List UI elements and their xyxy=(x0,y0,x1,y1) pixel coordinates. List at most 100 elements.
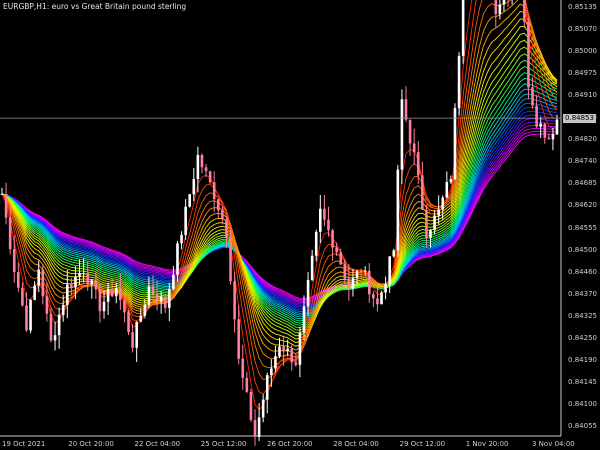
candle-body xyxy=(421,175,424,210)
candle-body xyxy=(535,105,538,127)
candle-body xyxy=(257,417,261,437)
candle-body xyxy=(8,217,12,250)
candle-body xyxy=(90,280,94,285)
candle-body xyxy=(25,305,28,331)
candle-body xyxy=(551,134,555,140)
candle-body xyxy=(74,276,77,288)
candle-body xyxy=(323,208,326,220)
candle-body xyxy=(49,313,53,341)
price-tick-label: 0.85070 xyxy=(568,25,597,34)
candle-body xyxy=(41,269,45,297)
candle-body xyxy=(306,279,310,307)
candle-body xyxy=(119,288,122,301)
symbol-timeframe: EURGBP,H1: xyxy=(3,2,50,11)
candle-body xyxy=(159,296,163,302)
candle-body xyxy=(172,274,175,290)
price-tick-label: 0.84910 xyxy=(568,91,597,100)
candle-body xyxy=(147,286,151,305)
time-tick-label: 1 Nov 20:00 xyxy=(465,440,509,448)
candle-body xyxy=(376,298,379,305)
candle-body xyxy=(123,300,126,313)
time-tick-label: 28 Oct 04:00 xyxy=(333,440,379,448)
candle-body xyxy=(233,281,236,320)
candle-body xyxy=(4,193,8,218)
ma-ribbon-line xyxy=(1,0,558,369)
candle-body xyxy=(294,362,298,365)
price-tick-label: 0.84055 xyxy=(568,422,597,430)
candle-body xyxy=(416,152,420,176)
candle-body xyxy=(412,143,416,153)
candle-body xyxy=(502,0,506,5)
candle-body xyxy=(216,199,220,211)
price-tick-label: 0.84460 xyxy=(568,267,597,276)
candle-body xyxy=(106,289,110,302)
candle-body xyxy=(188,194,192,207)
time-tick-label: 19 Oct 2021 xyxy=(2,440,46,448)
candle-body xyxy=(286,348,289,352)
candle-body xyxy=(302,306,306,333)
candle-body xyxy=(82,273,85,275)
current-price-tag: 0.84853 xyxy=(563,113,596,123)
price-tick-label: 0.84145 xyxy=(568,377,597,386)
candle-body xyxy=(543,123,547,138)
candle-body xyxy=(282,346,285,352)
candle-body xyxy=(45,296,49,314)
candle-body xyxy=(163,296,167,308)
candle-body xyxy=(408,119,412,144)
candle-body xyxy=(37,269,41,286)
candle-body xyxy=(359,270,363,272)
candle-body xyxy=(196,154,200,180)
candle-body xyxy=(298,332,302,365)
candle-body xyxy=(441,197,445,210)
price-tick-label: 0.84500 xyxy=(568,245,597,254)
candle-body xyxy=(237,319,240,359)
price-tick-label: 0.84190 xyxy=(568,355,597,364)
candle-body xyxy=(17,272,20,288)
time-tick-label: 20 Oct 20:00 xyxy=(68,440,114,448)
candle-body xyxy=(555,119,559,135)
candle-body xyxy=(327,219,330,231)
candle-body xyxy=(168,289,171,308)
chart-title: EURGBP,H1: euro vs Great Britain pound s… xyxy=(3,2,186,11)
candle-body xyxy=(278,346,281,357)
candle-body xyxy=(86,273,89,285)
candle-body xyxy=(102,301,106,312)
candle-body xyxy=(176,243,179,275)
price-tick-label: 0.84100 xyxy=(568,399,597,408)
candle-body xyxy=(380,292,383,305)
candle-body xyxy=(249,391,253,420)
price-tick-label: 0.84250 xyxy=(568,333,597,342)
candle-body xyxy=(335,247,338,253)
candle-body xyxy=(229,237,232,282)
candle-body xyxy=(225,219,228,238)
candle-body xyxy=(114,288,118,297)
candle-body xyxy=(139,315,143,322)
chart-window[interactable]: EURGBP,H1: euro vs Great Britain pound s… xyxy=(0,0,600,450)
time-tick-label: 22 Oct 04:00 xyxy=(134,440,181,448)
candle-body xyxy=(261,399,265,418)
candle-body xyxy=(449,179,453,183)
candle-body xyxy=(453,108,457,180)
candle-body xyxy=(457,55,461,109)
candle-body xyxy=(184,206,187,235)
candle-body xyxy=(192,179,196,195)
candle-body xyxy=(270,368,273,376)
candle-body xyxy=(265,375,269,400)
candle-body xyxy=(21,287,24,306)
candle-body xyxy=(33,285,36,300)
candle-body xyxy=(527,21,530,88)
price-tick-label: 0.84740 xyxy=(568,157,597,166)
candle-body xyxy=(200,154,204,168)
candle-body xyxy=(245,377,249,392)
candle-body xyxy=(343,264,347,279)
time-tick-label: 3 Nov 04:00 xyxy=(532,440,575,448)
candle-body xyxy=(437,209,440,216)
candle-body xyxy=(70,284,73,288)
candle-body xyxy=(400,99,404,170)
candle-body xyxy=(498,4,502,15)
price-tick-label: 0.84820 xyxy=(568,135,597,144)
candle-body xyxy=(53,335,57,341)
price-tick-label: 0.84325 xyxy=(568,311,597,320)
price-chart[interactable] xyxy=(0,0,600,450)
candle-body xyxy=(61,304,65,315)
